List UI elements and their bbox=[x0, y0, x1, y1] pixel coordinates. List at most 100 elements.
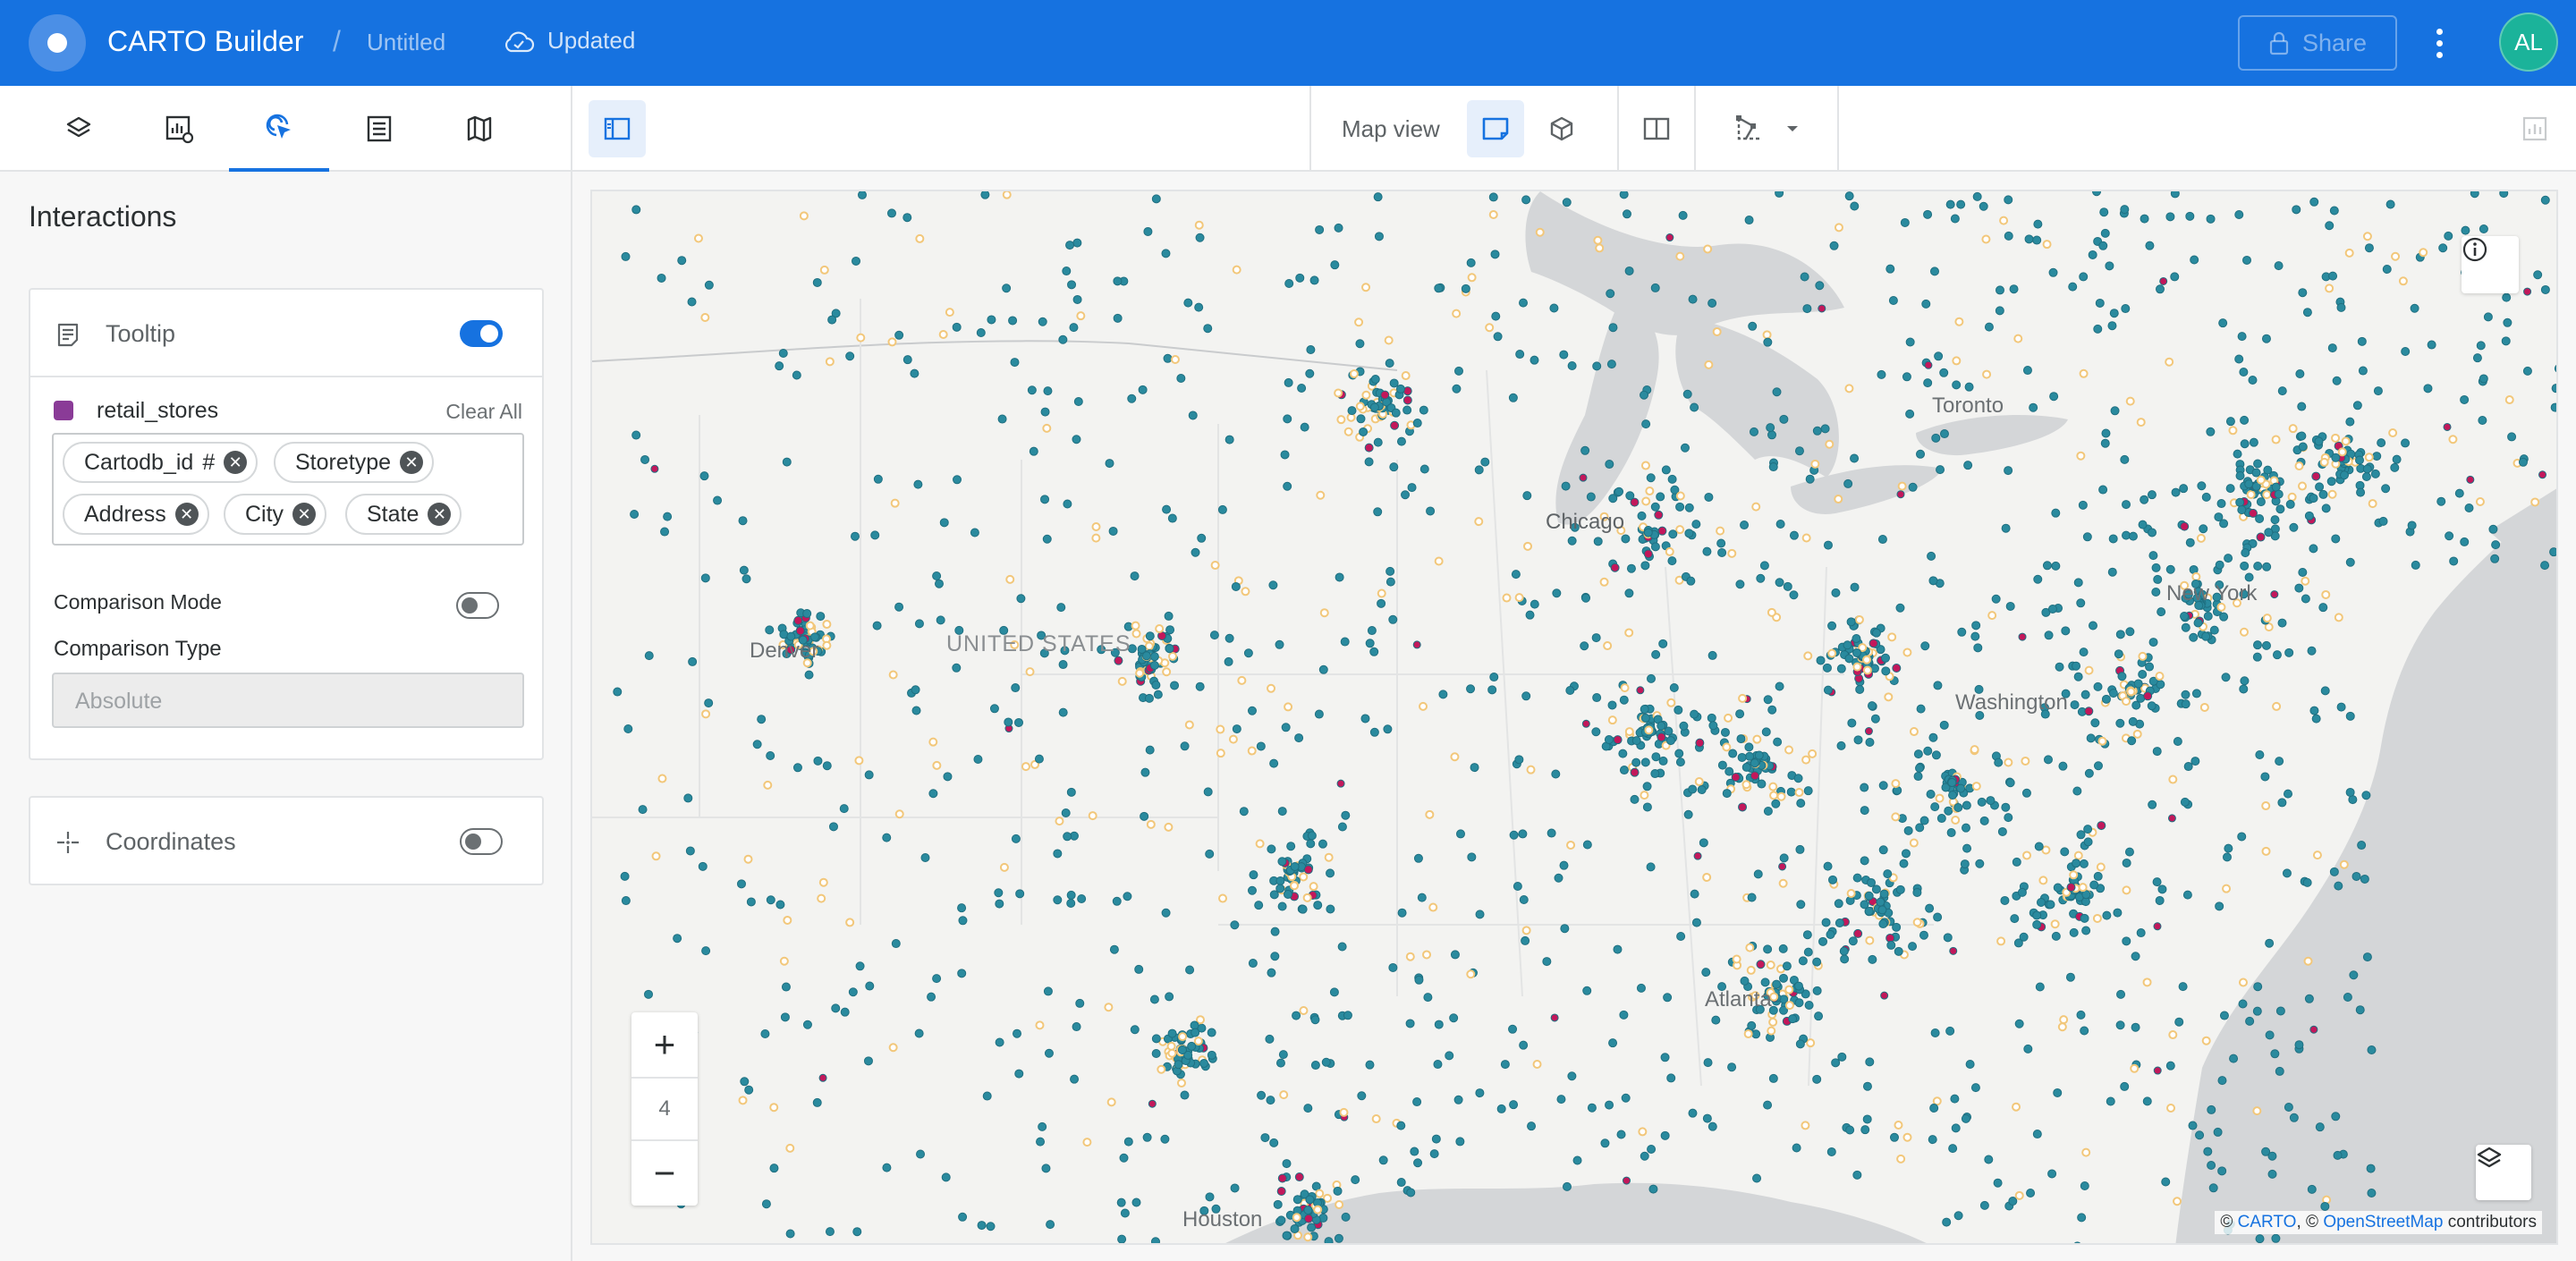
store-point[interactable] bbox=[2097, 736, 2107, 746]
store-point[interactable] bbox=[1731, 773, 1741, 783]
store-point[interactable] bbox=[1127, 394, 1137, 403]
store-point[interactable] bbox=[1927, 551, 1936, 561]
store-point[interactable] bbox=[2320, 1201, 2330, 1211]
store-point[interactable] bbox=[1091, 533, 1101, 543]
store-point[interactable] bbox=[1826, 1147, 1836, 1156]
store-point[interactable] bbox=[2339, 859, 2349, 869]
store-point[interactable] bbox=[1410, 1147, 1419, 1156]
store-point[interactable] bbox=[2327, 489, 2337, 499]
store-point[interactable] bbox=[1367, 626, 1377, 636]
store-point[interactable] bbox=[2464, 503, 2474, 512]
store-point[interactable] bbox=[1916, 704, 1926, 714]
store-point[interactable] bbox=[1072, 435, 1081, 444]
store-point[interactable] bbox=[2476, 341, 2486, 351]
store-point[interactable] bbox=[1746, 965, 1756, 975]
store-point[interactable] bbox=[2304, 994, 2314, 1003]
store-point[interactable] bbox=[2069, 927, 2079, 937]
store-point[interactable] bbox=[2229, 1054, 2239, 1063]
store-point[interactable] bbox=[2261, 334, 2271, 343]
store-point[interactable] bbox=[2238, 977, 2248, 987]
store-point[interactable] bbox=[2136, 418, 2146, 427]
store-point[interactable] bbox=[1396, 1178, 1406, 1188]
store-point[interactable] bbox=[2080, 690, 2090, 699]
store-point[interactable] bbox=[1722, 742, 1732, 752]
store-point[interactable] bbox=[1318, 664, 1328, 674]
store-point[interactable] bbox=[1123, 892, 1132, 901]
store-point[interactable] bbox=[2530, 497, 2540, 507]
store-point[interactable] bbox=[2222, 884, 2232, 893]
store-point[interactable] bbox=[958, 1212, 968, 1222]
store-point[interactable] bbox=[1216, 749, 1225, 758]
store-point[interactable] bbox=[1996, 936, 2006, 946]
store-point[interactable] bbox=[1120, 1208, 1130, 1218]
store-point[interactable] bbox=[1063, 832, 1072, 842]
store-point[interactable] bbox=[1412, 640, 1421, 649]
store-point[interactable] bbox=[2092, 913, 2102, 923]
store-point[interactable] bbox=[2084, 707, 2094, 716]
store-point[interactable] bbox=[1527, 1121, 1537, 1131]
store-point[interactable] bbox=[2483, 312, 2493, 322]
store-point[interactable] bbox=[701, 709, 711, 719]
store-point[interactable] bbox=[1335, 572, 1344, 582]
store-point[interactable] bbox=[2185, 211, 2195, 221]
store-point[interactable] bbox=[1488, 192, 1498, 202]
store-point[interactable] bbox=[2109, 309, 2119, 318]
store-point[interactable] bbox=[2298, 481, 2308, 491]
store-point[interactable] bbox=[699, 471, 709, 481]
store-point[interactable] bbox=[1846, 889, 1856, 899]
store-point[interactable] bbox=[1373, 192, 1383, 202]
store-point[interactable] bbox=[769, 1103, 779, 1113]
store-point[interactable] bbox=[970, 528, 979, 537]
store-point[interactable] bbox=[2488, 524, 2498, 534]
store-point[interactable] bbox=[1962, 800, 1971, 810]
store-point[interactable] bbox=[1767, 1026, 1776, 1036]
store-point[interactable] bbox=[2126, 687, 2136, 697]
store-point[interactable] bbox=[1669, 682, 1679, 692]
store-point[interactable] bbox=[1701, 968, 1711, 977]
store-point[interactable] bbox=[613, 687, 623, 697]
store-point[interactable] bbox=[1429, 1149, 1439, 1159]
store-point[interactable] bbox=[1297, 383, 1307, 393]
store-point[interactable] bbox=[2255, 514, 2265, 524]
store-point[interactable] bbox=[2152, 747, 2162, 757]
store-point[interactable] bbox=[1450, 950, 1460, 960]
store-point[interactable] bbox=[1592, 361, 1602, 371]
store-point[interactable] bbox=[2288, 424, 2298, 434]
store-point[interactable] bbox=[1745, 751, 1755, 761]
store-point[interactable] bbox=[1336, 779, 1345, 788]
store-point[interactable] bbox=[1425, 809, 1435, 819]
store-point[interactable] bbox=[1522, 491, 1532, 501]
store-point[interactable] bbox=[1640, 757, 1650, 767]
store-point[interactable] bbox=[1374, 232, 1384, 241]
store-point[interactable] bbox=[1521, 926, 1531, 935]
store-point[interactable] bbox=[1266, 1096, 1275, 1105]
store-point[interactable] bbox=[1690, 709, 1699, 719]
store-point[interactable] bbox=[2253, 982, 2263, 992]
store-point[interactable] bbox=[2099, 207, 2109, 217]
store-point[interactable] bbox=[1283, 414, 1292, 424]
store-point[interactable] bbox=[1878, 781, 1888, 791]
store-point[interactable] bbox=[2238, 999, 2248, 1009]
store-point[interactable] bbox=[1210, 561, 1220, 571]
store-point[interactable] bbox=[1247, 706, 1257, 715]
store-point[interactable] bbox=[638, 805, 648, 815]
store-point[interactable] bbox=[1149, 652, 1159, 662]
store-point[interactable] bbox=[2196, 533, 2206, 543]
store-point[interactable] bbox=[1247, 885, 1257, 895]
store-point[interactable] bbox=[2361, 472, 2371, 482]
store-point[interactable] bbox=[1641, 419, 1651, 429]
store-point[interactable] bbox=[2326, 477, 2336, 487]
store-point[interactable] bbox=[2438, 243, 2448, 253]
store-point[interactable] bbox=[1931, 433, 1941, 443]
store-point[interactable] bbox=[2181, 699, 2190, 709]
store-point[interactable] bbox=[2427, 340, 2436, 350]
store-point[interactable] bbox=[2271, 1233, 2281, 1243]
store-point[interactable] bbox=[2345, 557, 2355, 567]
store-point[interactable] bbox=[1281, 723, 1291, 732]
store-point[interactable] bbox=[1205, 849, 1215, 859]
store-point[interactable] bbox=[2140, 214, 2149, 224]
store-point[interactable] bbox=[2209, 625, 2219, 635]
store-point[interactable] bbox=[2234, 209, 2244, 219]
store-point[interactable] bbox=[882, 833, 892, 842]
store-point[interactable] bbox=[2166, 1103, 2176, 1113]
